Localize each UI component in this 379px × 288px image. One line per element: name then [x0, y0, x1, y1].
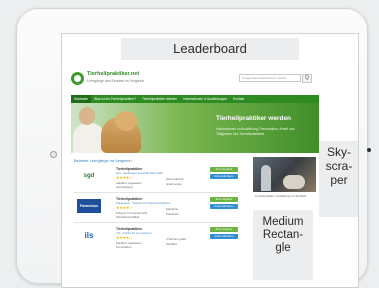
- detail-text: Fernstudium: [116, 245, 132, 249]
- medium-rectangle-label-line2: Rectan-: [262, 229, 304, 241]
- offer-button[interactable]: Zum Angebot: [210, 197, 238, 202]
- site-logo-icon[interactable]: [71, 72, 84, 85]
- nav-item-kontakt[interactable]: Kontakt: [230, 95, 247, 103]
- school-logo: sgd: [83, 173, 95, 179]
- tablet-screen: Leaderboard Tierheilpraktiker.net Lehrgä…: [61, 33, 359, 288]
- divider: [74, 192, 239, 193]
- video-person: [261, 165, 271, 191]
- skyscraper-ad[interactable]: Sky- scra- per: [319, 141, 358, 217]
- video-caption: Tierheilpraktiker: Ausbildung im Überbli…: [255, 194, 307, 198]
- nav-item-werden[interactable]: Tierheilpraktiker werden: [139, 95, 180, 103]
- medium-rectangle-ad[interactable]: Medium Rectan- gle: [253, 210, 313, 280]
- video-dog: [283, 175, 305, 189]
- detail-text: Abschlusszertifikat: [116, 215, 140, 219]
- list-item[interactable]: sgd Tierheilpraktiker sgd · Studiengemei…: [74, 165, 239, 193]
- home-button[interactable]: [367, 148, 371, 152]
- search-button[interactable]: Q: [302, 74, 312, 83]
- nav-item-was-ist[interactable]: Was ist ein Tierheilpraktiker?: [91, 95, 139, 103]
- list-heading: Beliebte Lehrgänge im Vergleich: [74, 158, 132, 163]
- medium-rectangle-label-line3: gle: [275, 242, 291, 254]
- hero-subtitle: Informationen zu Ausbildung, Fernstudium…: [216, 127, 295, 136]
- main-nav: Startseite Was ist ein Tierheilpraktiker…: [71, 95, 319, 103]
- nav-item-startseite[interactable]: Startseite: [71, 95, 91, 103]
- video-player[interactable]: [253, 157, 316, 192]
- divider: [74, 222, 239, 223]
- tablet-frame: Leaderboard Tierheilpraktiker.net Lehrgä…: [16, 8, 371, 288]
- leaderboard-ad[interactable]: Leaderboard: [121, 38, 299, 60]
- skyscraper-label-line3: per: [330, 173, 348, 187]
- offer-button[interactable]: Zum Angebot: [210, 167, 238, 172]
- hero-dog-head: [115, 111, 137, 131]
- info-button[interactable]: Infos anfordern: [210, 174, 238, 179]
- medium-rectangle-label-line1: Medium: [262, 216, 304, 228]
- rating-stars-icon: ★★★★☆: [116, 205, 133, 210]
- offer-button[interactable]: Zum Angebot: [210, 227, 238, 232]
- detail-text: Fernlehrgang: [116, 185, 133, 189]
- skyscraper-label-line1: Sky-: [327, 145, 351, 159]
- school-logo: Paracelsus: [77, 199, 101, 213]
- site-tagline: Lehrgänge und Schulen im Vergleich: [87, 79, 145, 83]
- site-logo-text[interactable]: Tierheilpraktiker.net: [87, 71, 139, 77]
- hero-person-head: [79, 107, 95, 125]
- detail-text: Start jederzeit: [166, 177, 184, 181]
- list-item[interactable]: Paracelsus Tierheilpraktiker Paracelsus …: [74, 195, 239, 223]
- site-header: Tierheilpraktiker.net Lehrgänge und Schu…: [71, 70, 319, 92]
- info-button[interactable]: Infos anfordern: [210, 234, 238, 239]
- detail-text: Zertifikat: [166, 242, 177, 246]
- school-logo: ils: [84, 231, 94, 240]
- detail-text: 4 Wochen gratis: [166, 237, 187, 241]
- hero-banner: Tierheilpraktiker werden Informationen z…: [71, 103, 319, 153]
- hero-title: Tierheilpraktiker werden: [216, 115, 292, 122]
- leaderboard-label: Leaderboard: [173, 41, 247, 56]
- skyscraper-label-line2: scra-: [325, 159, 353, 173]
- list-item[interactable]: ils Tierheilpraktiker ILS · Institut für…: [74, 225, 239, 253]
- detail-text: Gratis testen: [166, 182, 182, 186]
- rating-stars-icon: ★★★★☆: [116, 175, 133, 180]
- camera-icon: [50, 151, 57, 158]
- detail-text: Standorte: [166, 207, 179, 211]
- rating-stars-icon: ★★★★☆: [116, 235, 133, 240]
- nav-item-informationen[interactable]: Informationen & Ausbildungen: [180, 95, 230, 103]
- info-button[interactable]: Infos anfordern: [210, 204, 238, 209]
- search-input[interactable]: Google Benutzerdefinierte Suche: [239, 74, 301, 82]
- detail-text: Praxisnah: [166, 212, 179, 216]
